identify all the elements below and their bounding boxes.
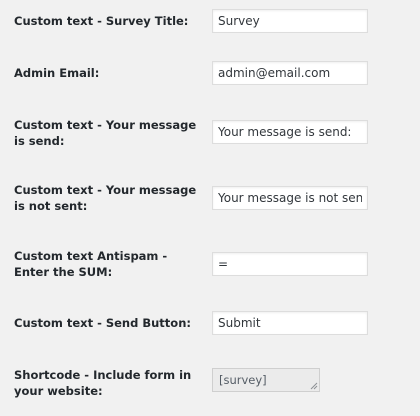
send-button-text-label: Custom text - Send Button: (14, 316, 191, 330)
send-button-text-input[interactable] (212, 311, 368, 335)
survey-title-input[interactable] (212, 9, 368, 33)
antispam-input[interactable] (212, 252, 368, 276)
shortcode-value: [survey] (219, 373, 267, 387)
message-not-sent-input[interactable] (212, 186, 368, 210)
antispam-label: Custom text Antispam - Enter the SUM: (14, 249, 168, 279)
message-not-sent-label: Custom text - Your message is not sent: (14, 183, 197, 213)
resize-grip-icon[interactable] (310, 382, 318, 390)
shortcode-textarea[interactable]: [survey] (212, 368, 320, 392)
settings-form: Custom text - Survey Title: Admin Email:… (0, 0, 420, 416)
admin-email-label: Admin Email: (14, 66, 100, 80)
shortcode-label: Shortcode - Include form in your website… (14, 368, 192, 398)
admin-email-input[interactable] (212, 61, 368, 85)
message-sent-label: Custom text - Your message is send: (14, 118, 197, 148)
survey-title-label: Custom text - Survey Title: (14, 14, 189, 28)
message-sent-input[interactable] (212, 120, 368, 144)
